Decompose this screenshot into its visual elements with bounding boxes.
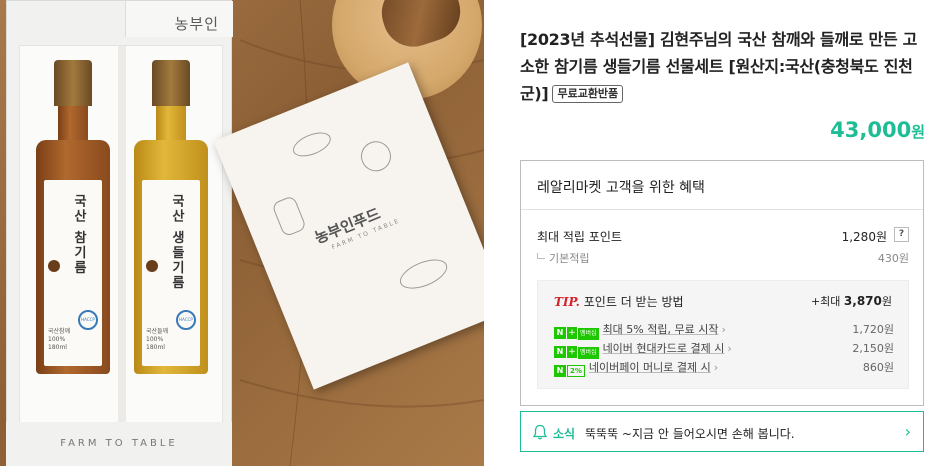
bottle-cap [152, 60, 190, 106]
seed-icon [146, 260, 158, 272]
tip-item-link[interactable]: 네이버 현대카드로 결제 시 [603, 342, 725, 355]
tip-box: TIP. 포인트 더 받는 방법 +최대 3,870원 N + 멤버십 최대 5% 적… [537, 280, 909, 389]
news-label: 소식 [553, 427, 576, 441]
chevron-right-icon: › [727, 342, 732, 355]
chevron-right-icon: › [721, 323, 726, 336]
bell-icon [533, 424, 547, 440]
haccp-mark: HACCP [78, 310, 98, 330]
news-text: 뚝뚝뚝 ~지금 안 들어오시면 손해 봅니다. [585, 427, 795, 441]
tip-total-value: 3,870 [843, 294, 882, 308]
tip-item-link[interactable]: 네이버페이 머니로 결제 시 [589, 361, 711, 374]
product-title: [2023년 추석선물] 김현주님의 국산 참깨와 들깨로 만든 고소한 참기름… [520, 26, 924, 107]
tip-tag: TIP. [554, 295, 580, 309]
free-return-badge[interactable]: 무료교환반품 [552, 85, 624, 103]
tip-item-link[interactable]: 최대 5% 적립, 무료 시작 [603, 323, 719, 336]
tip-heading-text: 포인트 더 받는 방법 [583, 295, 684, 309]
tip-item-membership[interactable]: N + 멤버십 최대 5% 적립, 무료 시작 › 1,720원 [554, 321, 894, 340]
box-divider [118, 46, 126, 426]
tip-item-value: 2,150원 [852, 342, 894, 355]
price-value: 43,000 [830, 118, 912, 142]
tip-heading: TIP. 포인트 더 받는 방법 [554, 293, 684, 310]
tree-elbow-icon [537, 253, 545, 259]
tip-item-value: 860원 [862, 361, 894, 374]
naver-membership-badge-icon: N + 멤버십 [554, 344, 599, 359]
product-image[interactable]: 농부인 국산 참기름 HACCP 국산참깨 100% 180ml 국산 생들기름… [0, 0, 484, 466]
naver-membership-badge-icon: N + 멤버십 [554, 325, 599, 340]
sesame-oil-bottle: 국산 참기름 HACCP 국산참깨 100% 180ml [36, 60, 110, 374]
basic-points-row: 기본적립 430원 [537, 250, 909, 266]
news-banner[interactable]: 소식 뚝뚝뚝 ~지금 안 들어오시면 손해 봅니다. › [520, 411, 924, 452]
max-points-label: 최대 적립 포인트 [537, 230, 622, 244]
seed-icon [48, 260, 60, 272]
max-points-value: 1,280원 [841, 230, 887, 244]
price-unit: 원 [911, 123, 925, 141]
chevron-right-icon: › [904, 422, 911, 441]
price: 43,000원 [830, 118, 925, 142]
sketch-illustration [289, 127, 335, 162]
tip-total: +최대 3,870원 [811, 293, 892, 309]
basic-points-label: 기본적립 [549, 252, 590, 265]
product-info-panel: [2023년 추석선물] 김현주님의 국산 참깨와 들깨로 만든 고소한 참기름… [520, 0, 928, 466]
bottle-label-meta: 국산들깨 100% 180ml [146, 328, 169, 351]
sketch-illustration [395, 253, 452, 295]
benefit-box: 레알리마켓 고객을 위한 혜택 최대 적립 포인트 1,280원 ? 기본적립 … [520, 160, 924, 406]
bottle-label: 국산 생들기름 HACCP 국산들깨 100% 180ml [142, 180, 200, 366]
bottle-label-name: 국산 참기름 [71, 194, 86, 276]
sketch-illustration [271, 195, 307, 238]
tip-total-unit: 원 [881, 295, 892, 308]
max-points-row: 최대 적립 포인트 1,280원 ? [537, 227, 909, 245]
bottle-label-name: 국산 생들기름 [169, 194, 184, 291]
haccp-mark: HACCP [176, 310, 196, 330]
bottle-label-meta: 국산참깨 100% 180ml [48, 328, 71, 351]
box-brand-logo: 농부인 [174, 15, 219, 33]
box-footer-text: FARM TO TABLE [6, 422, 232, 466]
help-button[interactable]: ? [894, 227, 909, 242]
chevron-right-icon: › [713, 361, 719, 374]
tip-item-npay-money[interactable]: N 2% 네이버페이 머니로 결제 시 › 860원 [554, 359, 894, 377]
naver-pay-2pct-badge-icon: N 2% [554, 363, 585, 377]
tip-total-prefix: +최대 [810, 295, 841, 308]
tip-item-hyundai-card[interactable]: N + 멤버십 네이버 현대카드로 결제 시 › 2,150원 [554, 340, 894, 359]
benefit-heading: 레알리마켓 고객을 위한 혜택 [521, 161, 923, 210]
tip-item-value: 1,720원 [852, 323, 894, 336]
bottle-label: 국산 참기름 HACCP 국산참깨 100% 180ml [44, 180, 102, 366]
basic-points-value: 430원 [877, 252, 909, 265]
perilla-oil-bottle: 국산 생들기름 HACCP 국산들깨 100% 180ml [134, 60, 208, 374]
bottle-cap [54, 60, 92, 106]
sketch-illustration [356, 136, 396, 176]
